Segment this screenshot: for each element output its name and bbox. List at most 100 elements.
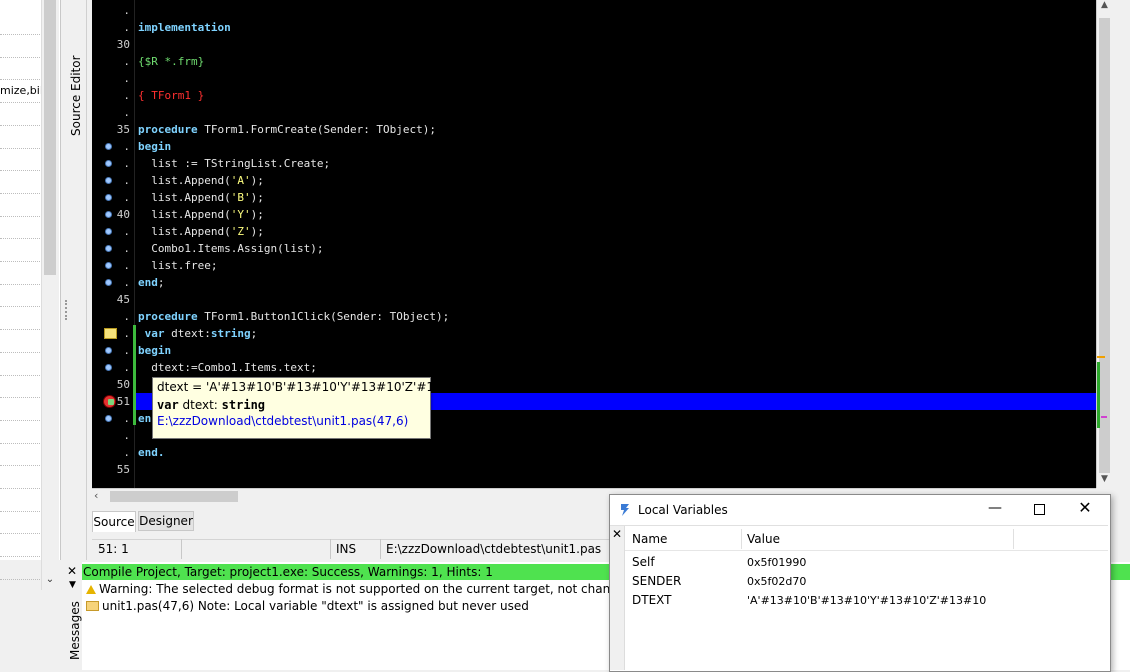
breakable-line-dot-icon[interactable] [106, 195, 111, 200]
object-inspector-row[interactable] [0, 375, 40, 399]
scroll-down-icon[interactable]: ▼ [1097, 474, 1112, 488]
object-inspector-row[interactable] [0, 284, 40, 308]
local-variable-value[interactable]: 0x5f01990 [747, 556, 806, 569]
code-line[interactable]: implementation [138, 19, 231, 36]
code-line[interactable]: Combo1.Items.Assign(list); [138, 240, 323, 257]
object-inspector-row[interactable] [0, 421, 40, 444]
code-line[interactable]: list.Append('Y'); [138, 206, 264, 223]
code-token: ); [250, 174, 264, 187]
object-inspector-row[interactable] [0, 12, 40, 35]
code-line[interactable]: dtext:=Combo1.Items.text; [138, 359, 317, 376]
breakable-line-dot-icon[interactable] [106, 280, 111, 285]
local-variable-value[interactable]: 0x5f02d70 [747, 575, 806, 588]
line-number: . [123, 344, 130, 357]
breakable-line-dot-icon[interactable] [106, 161, 111, 166]
object-inspector-row[interactable] [0, 126, 40, 149]
code-token: var [138, 327, 165, 340]
scroll-left-icon[interactable]: ‹ [94, 489, 106, 504]
status-separator [380, 539, 381, 559]
tab-source[interactable]: Source [92, 511, 136, 532]
close-button[interactable]: ✕ [1075, 498, 1095, 518]
code-line[interactable]: end. [138, 444, 165, 461]
close-icon[interactable]: ✕ [67, 564, 77, 578]
breakable-line-dot-icon[interactable] [106, 365, 111, 370]
local-variable-name[interactable]: Self [632, 555, 655, 569]
object-inspector-row[interactable] [0, 466, 40, 489]
message-item[interactable]: unit1.pas(47,6) Note: Local variable "dt… [86, 599, 529, 613]
code-line[interactable]: list := TStringList.Create; [138, 155, 330, 172]
editor-vertical-scroll-thumb[interactable] [1099, 18, 1110, 473]
object-inspector-row[interactable] [0, 443, 40, 467]
tooltip-identifier: dtext: [178, 398, 222, 412]
breakable-line-dot-icon[interactable] [106, 144, 111, 149]
code-line[interactable]: var dtext:string; [138, 325, 258, 342]
object-inspector-row[interactable] [0, 103, 40, 126]
object-inspector-scroll-thumb[interactable] [44, 0, 56, 275]
breakable-line-dot-icon[interactable] [106, 416, 111, 421]
code-token: list.free [138, 259, 211, 272]
object-inspector-row[interactable] [0, 171, 40, 194]
code-line[interactable]: end; [138, 274, 165, 291]
source-editor-tab-label[interactable]: Source Editor [67, 55, 85, 140]
object-inspector-row[interactable] [0, 148, 40, 172]
code-token: TForm1.FormCreate [197, 123, 317, 136]
breakable-line-dot-icon[interactable] [106, 263, 111, 268]
pin-icon[interactable]: ▼ [69, 580, 76, 590]
line-number: 30 [116, 38, 130, 51]
code-token: Combo1.Items.Assign [138, 242, 278, 255]
object-inspector-row[interactable] [0, 330, 40, 353]
splitter-grip[interactable] [65, 300, 71, 320]
code-line[interactable]: list.Append('B'); [138, 189, 264, 206]
breakable-line-dot-icon[interactable] [106, 229, 111, 234]
minimize-button[interactable]: — [985, 500, 1005, 520]
close-icon[interactable]: ✕ [612, 527, 622, 541]
object-inspector-row[interactable] [0, 489, 40, 512]
editor-horizontal-scroll-thumb[interactable] [110, 491, 238, 502]
object-inspector-row[interactable] [0, 398, 40, 421]
breakable-line-dot-icon[interactable] [106, 246, 111, 251]
tab-designer[interactable]: Designer [138, 511, 194, 531]
object-inspector-row[interactable] [0, 557, 40, 580]
object-inspector-row[interactable] [0, 262, 40, 285]
breakable-line-dot-icon[interactable] [106, 178, 111, 183]
hint-marker-icon[interactable] [104, 328, 117, 339]
object-inspector-row[interactable] [0, 511, 40, 535]
code-line[interactable]: {$R *.frm} [138, 53, 204, 70]
code-token: : [204, 327, 211, 340]
object-inspector-row[interactable] [0, 239, 40, 262]
breakable-line-dot-icon[interactable] [106, 212, 111, 217]
code-line[interactable]: procedure TForm1.Button1Click(Sender: TO… [138, 308, 449, 325]
local-variable-name[interactable]: DTEXT [632, 593, 672, 607]
object-inspector-row[interactable] [0, 194, 40, 217]
column-header-name[interactable]: Name [632, 532, 667, 546]
code-token: ; [210, 259, 218, 272]
code-line[interactable]: en [138, 410, 151, 427]
code-line[interactable]: begin [138, 342, 171, 359]
maximize-button[interactable] [1030, 500, 1050, 520]
breakable-line-dot-icon[interactable] [106, 348, 111, 353]
code-line[interactable]: procedure TForm1.FormCreate(Sender: TObj… [138, 121, 436, 138]
chevron-down-icon[interactable]: ⌄ [43, 574, 57, 588]
column-separator[interactable] [1013, 529, 1014, 549]
column-header-value[interactable]: Value [747, 532, 780, 546]
object-inspector-row[interactable] [0, 216, 40, 240]
tooltip-location-link[interactable]: E:\zzzDownload\ctdebtest\unit1.pas(47,6) [157, 414, 408, 428]
code-line[interactable]: begin [138, 138, 171, 155]
column-separator[interactable] [741, 529, 742, 549]
code-line[interactable]: list.Append('A'); [138, 172, 264, 189]
object-inspector-row[interactable] [0, 307, 40, 331]
object-inspector-row[interactable] [0, 534, 40, 558]
scroll-up-icon[interactable]: ▲ [1097, 0, 1112, 16]
local-variable-name[interactable]: SENDER [632, 574, 681, 588]
object-inspector-row[interactable] [0, 353, 40, 376]
code-token: ; [157, 276, 165, 289]
message-item[interactable]: Warning: The selected debug format is no… [86, 582, 683, 596]
tooltip-keyword: var [157, 398, 179, 412]
code-line[interactable]: list.Append('Z'); [138, 223, 264, 240]
local-variable-value[interactable]: 'A'#13#10'B'#13#10'Y'#13#10'Z'#13#10 [747, 594, 986, 607]
object-inspector-row[interactable] [0, 35, 40, 58]
code-line[interactable]: { TForm1 } [138, 87, 204, 104]
tooltip-type: string [221, 398, 266, 412]
object-inspector-row[interactable] [0, 57, 40, 81]
code-line[interactable]: list.free; [138, 257, 217, 274]
